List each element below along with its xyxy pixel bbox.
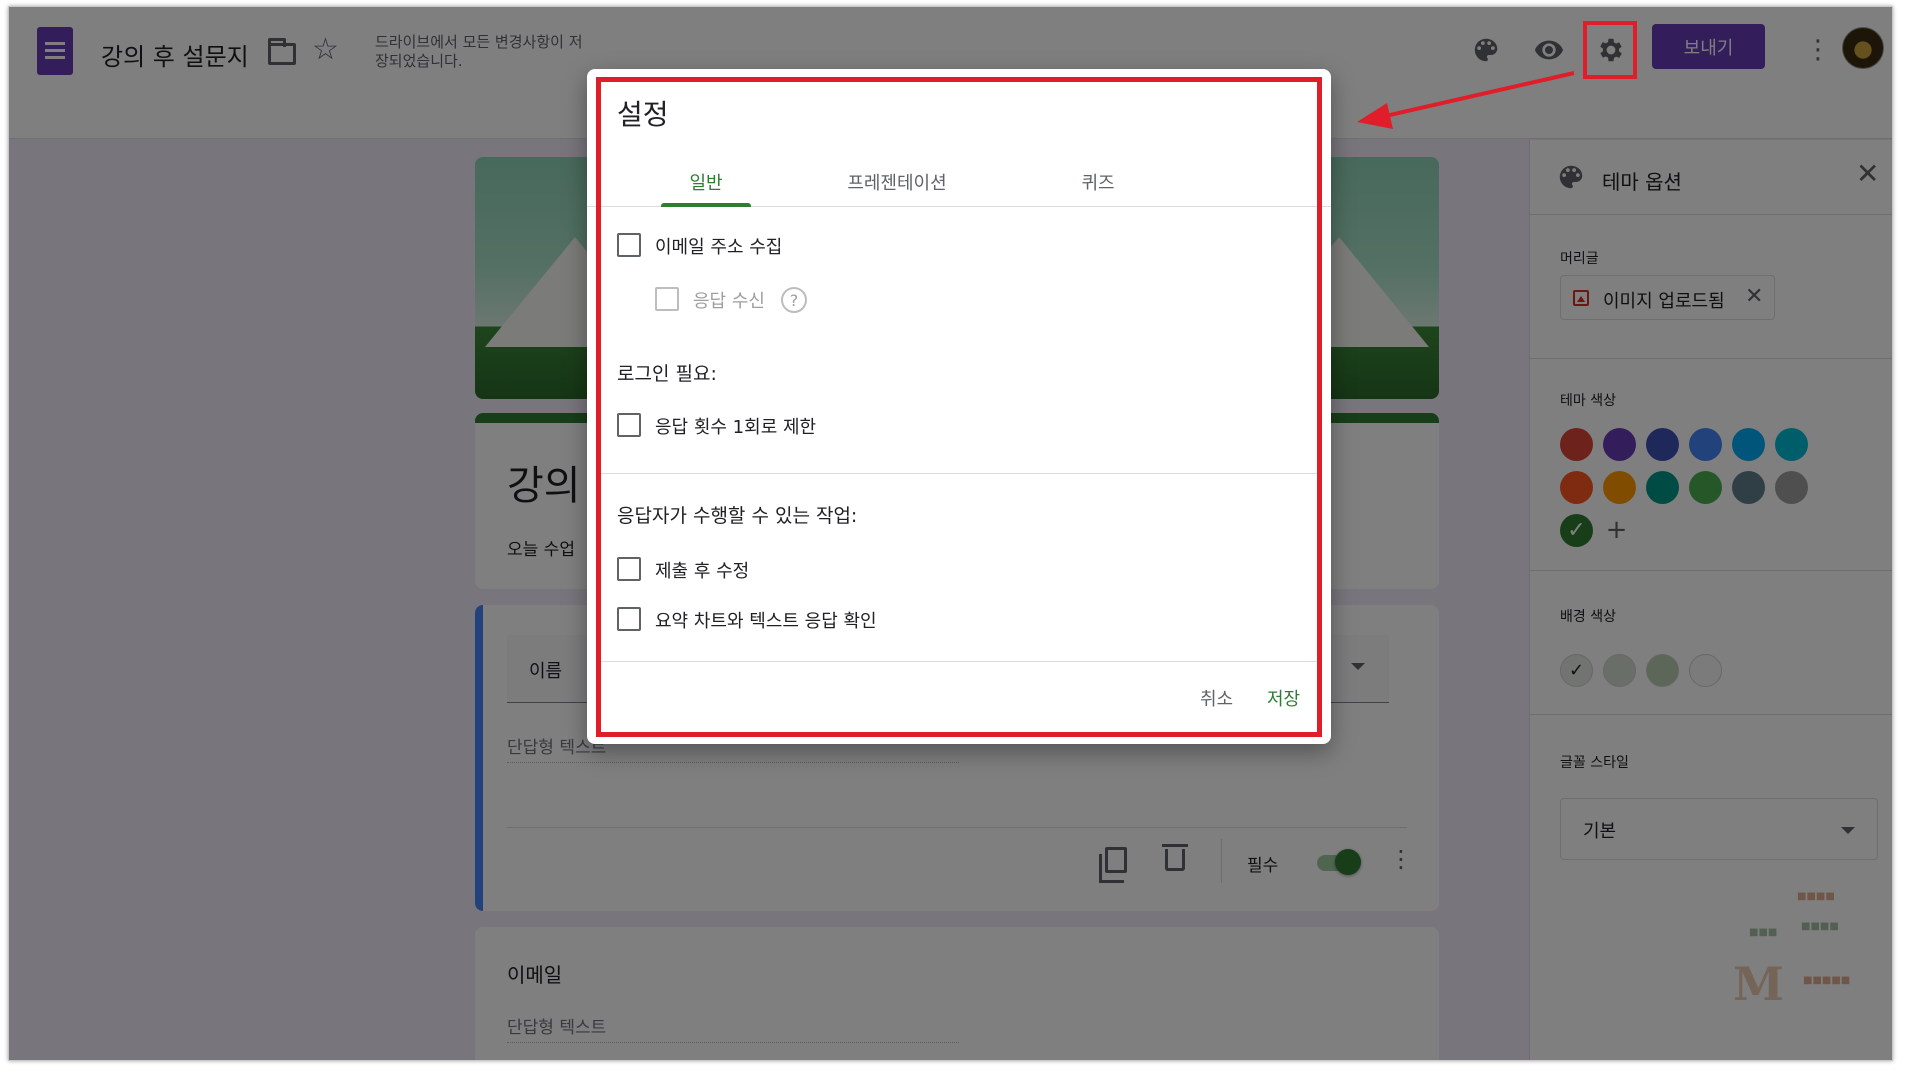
divider <box>601 473 1317 474</box>
gear-highlight-box <box>1583 21 1637 79</box>
response-receipts-label: 응답 수신 <box>693 291 765 312</box>
settings-dialog: 설정 일반 프레젠테이션 퀴즈 이메일 주소 수집 응답 수신 ? 로그인 필요… <box>587 69 1331 744</box>
edit-after-submit-checkbox[interactable] <box>617 557 641 581</box>
limit-response-option[interactable]: 응답 횟수 1회로 제한 <box>617 413 1017 439</box>
edit-after-submit-label: 제출 후 수정 <box>655 561 750 582</box>
save-button[interactable]: 저장 <box>1267 685 1300 711</box>
divider <box>601 661 1317 662</box>
collect-email-option[interactable]: 이메일 주소 수집 <box>617 233 1017 259</box>
response-receipts-option: 응답 수신 ? <box>655 287 955 313</box>
see-summary-checkbox[interactable] <box>617 607 641 631</box>
help-icon[interactable]: ? <box>781 287 807 313</box>
settings-tabs: 일반 프레젠테이션 퀴즈 <box>587 149 1331 207</box>
cancel-button[interactable]: 취소 <box>1200 685 1233 711</box>
collect-email-checkbox[interactable] <box>617 233 641 257</box>
app-window: 강의 후 설문지 ☆ 드라이브에서 모든 변경사항이 저장되었습니다. 보내기 … <box>8 6 1893 1061</box>
dialog-title: 설정 <box>617 98 669 131</box>
limit-response-label: 응답 횟수 1회로 제한 <box>655 417 817 438</box>
login-required-heading: 로그인 필요: <box>617 363 717 385</box>
limit-response-checkbox[interactable] <box>617 413 641 437</box>
respondents-can-heading: 응답자가 수행할 수 있는 작업: <box>617 505 858 527</box>
response-receipts-checkbox <box>655 287 679 311</box>
tab-presentation[interactable]: 프레젠테이션 <box>817 169 977 195</box>
tab-quiz[interactable]: 퀴즈 <box>1053 169 1143 195</box>
see-summary-option[interactable]: 요약 차트와 텍스트 응답 확인 <box>617 607 1017 633</box>
edit-after-submit-option[interactable]: 제출 후 수정 <box>617 557 1017 583</box>
active-tab-indicator <box>661 203 751 207</box>
tab-general[interactable]: 일반 <box>661 169 751 195</box>
collect-email-label: 이메일 주소 수집 <box>655 237 783 258</box>
see-summary-label: 요약 차트와 텍스트 응답 확인 <box>655 611 877 632</box>
